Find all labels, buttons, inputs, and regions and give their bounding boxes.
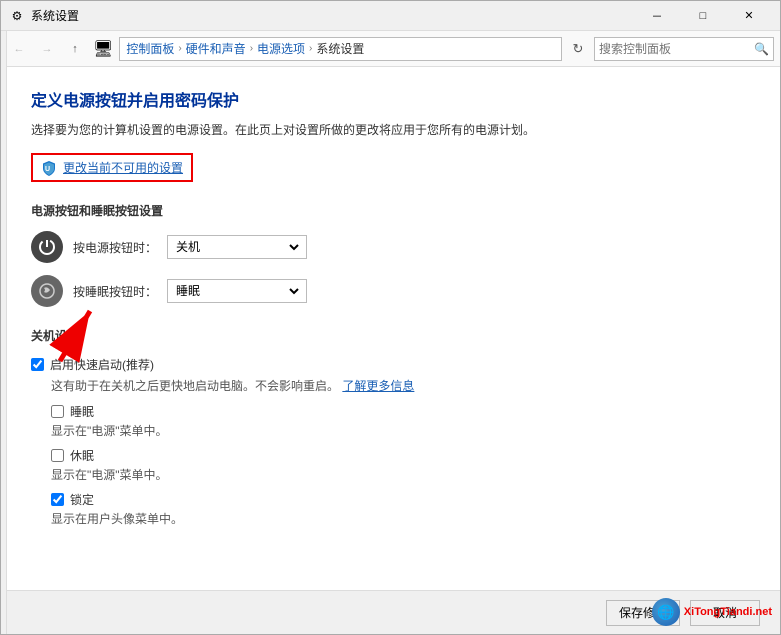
close-button[interactable]: ✕ xyxy=(726,1,772,31)
sleep-label[interactable]: 睡眠 xyxy=(70,403,94,420)
learn-more-link[interactable]: 了解更多信息 xyxy=(342,379,414,393)
watermark-text: XiTongTiandi.net xyxy=(684,606,772,618)
lock-row: 锁定 xyxy=(51,491,750,508)
up-button[interactable]: ↑ xyxy=(63,37,87,61)
lock-label[interactable]: 锁定 xyxy=(70,491,94,508)
fast-startup-desc: 这有助于在关机之后更快地启动电脑。不会影响重启。 了解更多信息 xyxy=(51,377,750,395)
address-bar: ← → ↑ 🖥 控制面板 › 硬件和声音 › 电源选项 › 系统设置 ↻ 🔍 xyxy=(1,31,780,67)
hibernate-label[interactable]: 休眠 xyxy=(70,447,94,464)
shutdown-section: 关机设置 启用快速启动(推荐) 这有助于在关机之后更快地启动电脑。不会影响重启。… xyxy=(31,327,750,527)
power-button-row: 按电源按钮时： 关机 睡眠 休眠 不执行任何操作 xyxy=(31,231,750,263)
hibernate-checkbox[interactable] xyxy=(51,449,64,462)
sleep-checkbox[interactable] xyxy=(51,405,64,418)
fast-startup-label[interactable]: 启用快速启动(推荐) xyxy=(50,356,154,373)
search-box: 🔍 xyxy=(594,37,774,61)
home-icon: 🖥 xyxy=(93,39,113,59)
breadcrumb-item-controlpanel[interactable]: 控制面板 xyxy=(126,40,174,57)
change-settings-container[interactable]: U 更改当前不可用的设置 xyxy=(31,153,193,182)
power-button-label: 按电源按钮时： xyxy=(73,239,157,256)
change-settings-link[interactable]: U 更改当前不可用的设置 xyxy=(41,159,183,176)
breadcrumb-item-power[interactable]: 电源选项 xyxy=(257,40,305,57)
hibernate-row: 休眠 xyxy=(51,447,750,464)
hibernate-subdesc: 显示在"电源"菜单中。 xyxy=(51,466,750,483)
sleep-button-dropdown[interactable]: 睡眠 关机 休眠 不执行任何操作 xyxy=(167,279,307,303)
window-icon: ⚙ xyxy=(9,8,25,24)
lock-subdesc: 显示在用户头像菜单中。 xyxy=(51,510,750,527)
power-button-dropdown[interactable]: 关机 睡眠 休眠 不执行任何操作 xyxy=(167,235,307,259)
breadcrumb: 控制面板 › 硬件和声音 › 电源选项 › 系统设置 xyxy=(119,37,562,61)
svg-text:U: U xyxy=(45,166,50,173)
power-button-section: 电源按钮和睡眠按钮设置 按电源按钮时： 关机 睡眠 休眠 不执行任何操作 xyxy=(31,202,750,307)
page-description: 选择要为您的计算机设置的电源设置。在此页上对设置所做的更改将应用于您所有的电源计… xyxy=(31,121,750,139)
sleep-button-icon xyxy=(31,275,63,307)
search-input[interactable] xyxy=(599,42,754,56)
power-button-icon xyxy=(31,231,63,263)
lock-checkbox[interactable] xyxy=(51,493,64,506)
shield-icon: U xyxy=(41,160,57,176)
page-title: 定义电源按钮并启用密码保护 xyxy=(31,87,750,111)
title-bar: ⚙ 系统设置 － □ ✕ xyxy=(1,1,780,31)
power-section-title: 电源按钮和睡眠按钮设置 xyxy=(31,202,750,219)
search-icon: 🔍 xyxy=(754,42,769,56)
footer: 保存修改 取消 🌐 XiTongTiandi.net xyxy=(1,590,780,634)
watermark: 🌐 XiTongTiandi.net xyxy=(652,598,772,626)
left-strip xyxy=(1,31,7,634)
breadcrumb-item-current: 系统设置 xyxy=(316,40,364,57)
sleep-row: 睡眠 xyxy=(51,403,750,420)
sleep-subdesc: 显示在"电源"菜单中。 xyxy=(51,422,750,439)
breadcrumb-sep-1: › xyxy=(178,43,181,54)
shutdown-section-title: 关机设置 xyxy=(31,327,750,344)
maximize-button[interactable]: □ xyxy=(680,1,726,31)
breadcrumb-item-hardware[interactable]: 硬件和声音 xyxy=(186,40,246,57)
back-button[interactable]: ← xyxy=(7,37,31,61)
refresh-button[interactable]: ↻ xyxy=(566,37,590,61)
main-content: 定义电源按钮并启用密码保护 选择要为您的计算机设置的电源设置。在此页上对设置所做… xyxy=(1,67,780,590)
sleep-icon-svg xyxy=(38,282,56,300)
window-controls: － □ ✕ xyxy=(634,1,772,31)
sleep-button-select[interactable]: 睡眠 关机 休眠 不执行任何操作 xyxy=(172,283,302,299)
main-window: ⚙ 系统设置 － □ ✕ ← → ↑ 🖥 控制面板 › 硬件和声音 › 电源选项… xyxy=(0,0,781,635)
minimize-button[interactable]: － xyxy=(634,1,680,31)
change-settings-label: 更改当前不可用的设置 xyxy=(63,159,183,176)
breadcrumb-sep-2: › xyxy=(250,43,253,54)
breadcrumb-sep-3: › xyxy=(309,43,312,54)
window-title: 系统设置 xyxy=(31,7,634,24)
sleep-button-row: 按睡眠按钮时： 睡眠 关机 休眠 不执行任何操作 xyxy=(31,275,750,307)
fast-startup-checkbox[interactable] xyxy=(31,358,44,371)
sleep-button-label: 按睡眠按钮时： xyxy=(73,283,157,300)
watermark-globe: 🌐 xyxy=(652,598,680,626)
forward-button[interactable]: → xyxy=(35,37,59,61)
fast-startup-row: 启用快速启动(推荐) xyxy=(31,356,750,373)
power-button-select[interactable]: 关机 睡眠 休眠 不执行任何操作 xyxy=(172,239,302,255)
power-icon-svg xyxy=(38,238,56,256)
